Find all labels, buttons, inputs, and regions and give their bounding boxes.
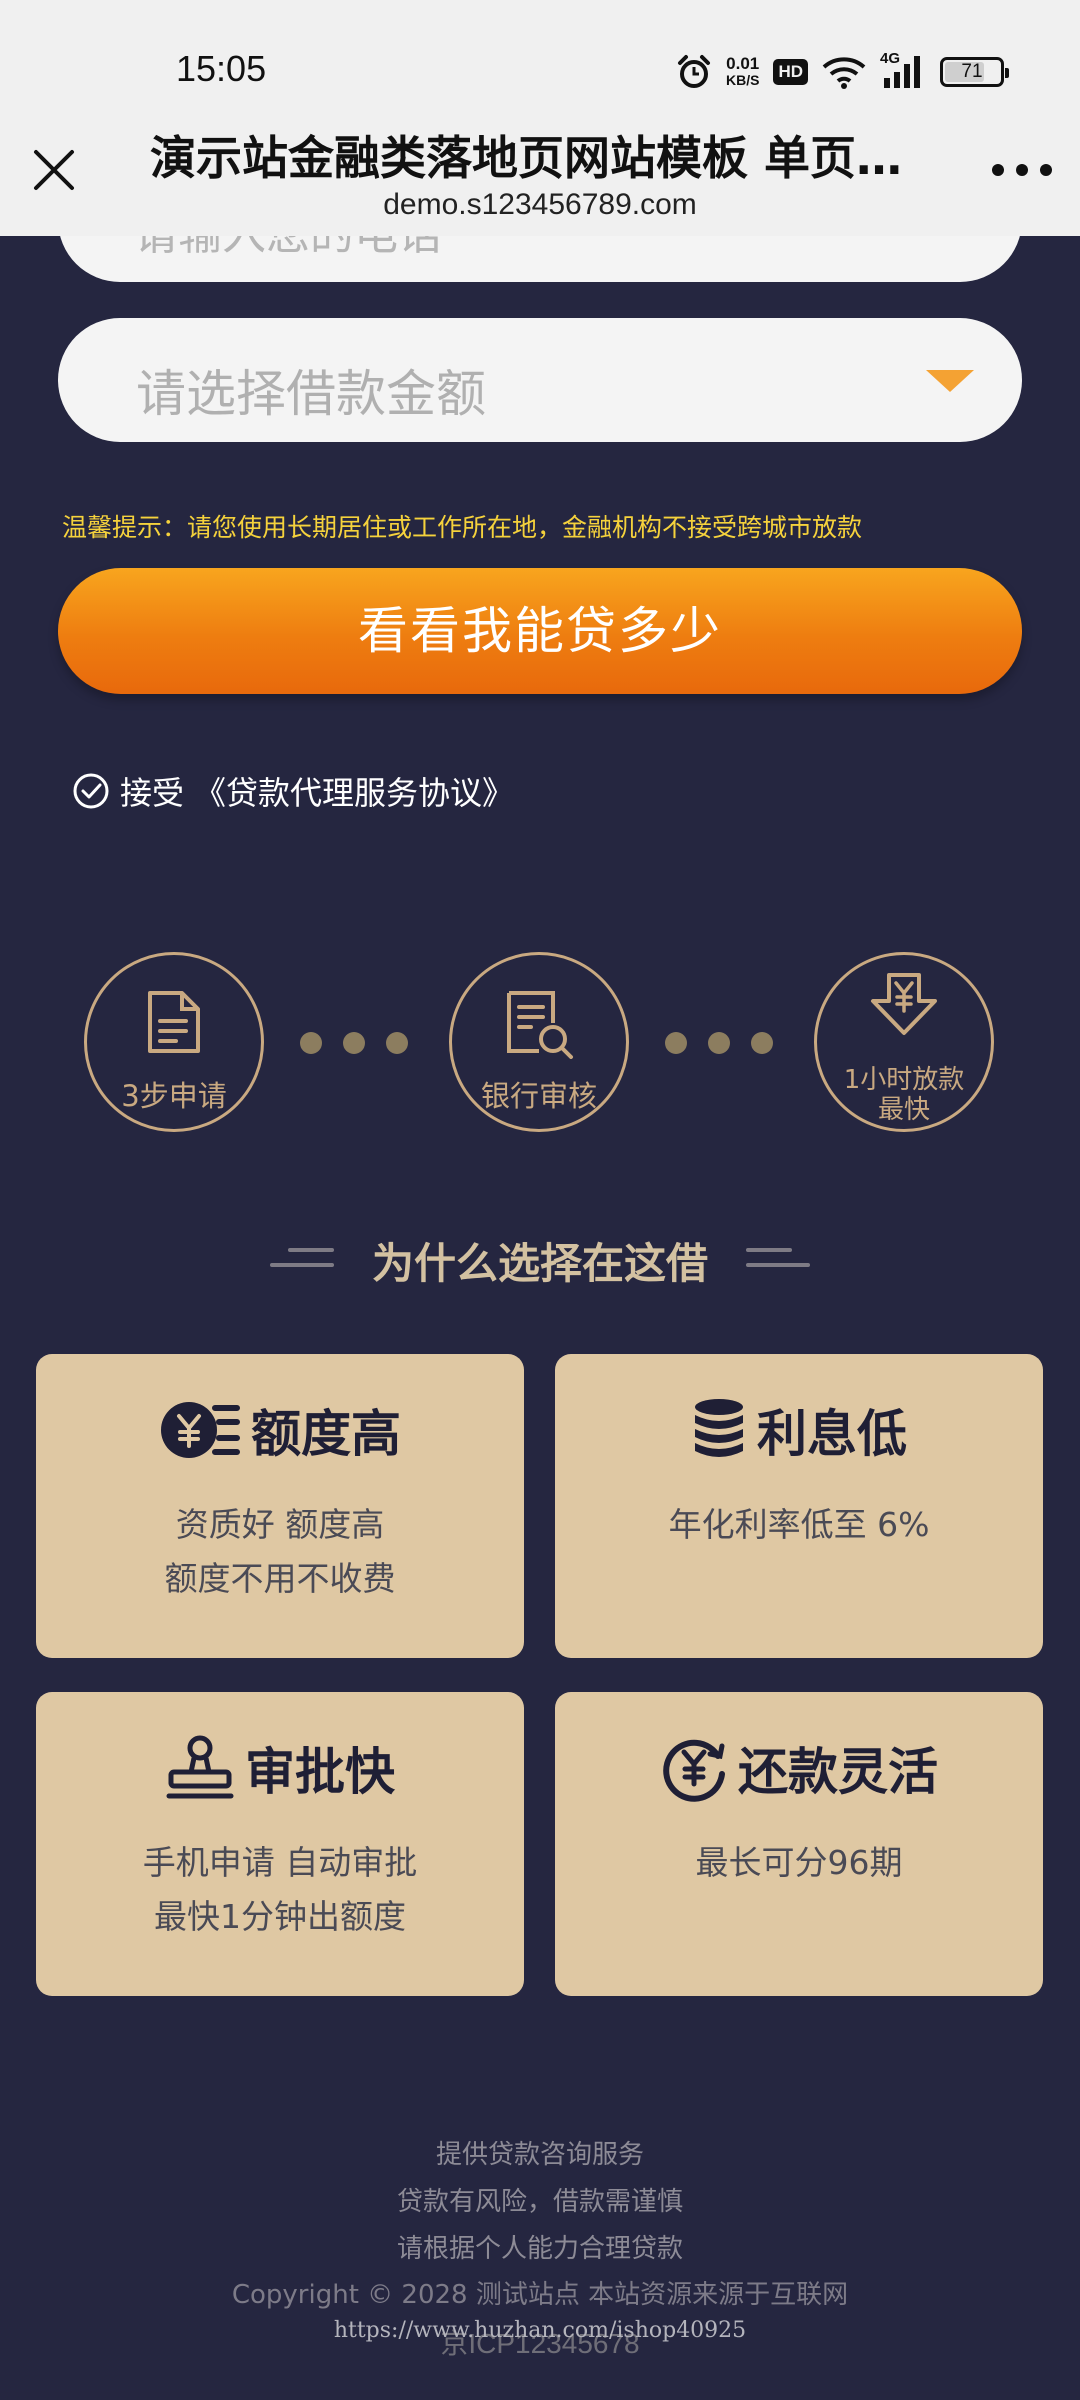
agreement-row[interactable]: 接受 《贷款代理服务协议》 (72, 768, 514, 814)
feature-title: 利息低 (757, 1405, 907, 1463)
step-connector (300, 1032, 408, 1054)
stamp-icon (166, 1735, 234, 1799)
alarm-icon (677, 55, 710, 88)
feature-card-flexible-repayment: 还款灵活 最长可分96期 (555, 1692, 1043, 1996)
page-title: 演示站金融类落地页网站模板 单页金... (150, 131, 930, 185)
agreement-prefix: 接受 (120, 774, 185, 812)
status-icons: 0.01 KB/S HD 4G 71 (676, 50, 1009, 92)
connector-dot (751, 1032, 773, 1054)
feature-desc-line: 最快1分钟出额度 (154, 1897, 406, 1936)
check-circle-icon[interactable] (72, 772, 110, 810)
yen-coin-icon (161, 1402, 240, 1458)
feature-title: 额度高 (251, 1405, 401, 1463)
footer-line: 提供贷款咨询服务 (435, 2140, 644, 2170)
coin-stack-icon (695, 1399, 743, 1457)
net-speed: 0.01 KB/S (726, 55, 759, 89)
connector-dot (708, 1032, 730, 1054)
step-payout: 1小时放款 最快 (814, 952, 994, 1132)
feature-desc-line: 资质好 额度高 (175, 1505, 385, 1544)
step-review-label: 银行审核 (480, 1079, 597, 1113)
feature-card-high-limit: 额度高 资质好 额度高 额度不用不收费 (36, 1354, 524, 1658)
more-dot-icon (992, 164, 1004, 176)
yen-cycle-icon (663, 1739, 725, 1802)
feature-card-fast-approval: 审批快 手机申请 自动审批 最快1分钟出额度 (36, 1692, 524, 1996)
feature-title: 还款灵活 (738, 1743, 938, 1801)
tip-text: 温馨提示：请您使用长期居住或工作所在地，金融机构不接受跨城市放款 (62, 513, 863, 542)
step-apply: 3步申请 (84, 952, 264, 1132)
caret-down-icon (926, 370, 974, 392)
feature-desc-line: 最长可分96期 (695, 1843, 903, 1882)
footer-line: 请根据个人能力合理贷款 (396, 2234, 683, 2264)
document-icon (148, 991, 200, 1053)
more-options-button[interactable] (992, 158, 1052, 182)
signal-bars-icon (884, 56, 920, 88)
connector-dot (386, 1032, 408, 1054)
connector-dot (665, 1032, 687, 1054)
hd-badge: HD (773, 59, 808, 85)
close-icon[interactable] (26, 142, 82, 198)
cell-signal: 4G (880, 50, 926, 90)
more-dot-icon (1016, 164, 1028, 176)
more-dot-icon (1040, 164, 1052, 176)
feature-desc-line: 年化利率低至 6% (668, 1505, 930, 1544)
feature-card-low-interest: 利息低 年化利率低至 6% (555, 1354, 1043, 1658)
net-speed-value: 0.01 (726, 54, 760, 73)
browser-header: 15:05 0.01 KB/S HD 4G 71 演示站金融类落地页网站模板 单… (0, 0, 1080, 236)
agreement-link[interactable]: 《贷款代理服务协议》 (194, 768, 514, 814)
connector-dot (343, 1032, 365, 1054)
footer-watermark: 京ICP12345678 https://www.huzhan.com/isho… (0, 2318, 1080, 2359)
section-title: 为什么选择在这借 (371, 1239, 708, 1288)
check-loan-button[interactable]: 看看我能贷多少 (58, 568, 1022, 694)
wifi-icon (822, 57, 866, 89)
net-speed-unit: KB/S (725, 72, 760, 88)
step-payout-label-line2: 最快 (877, 1095, 930, 1125)
feature-desc-line: 手机申请 自动审批 (142, 1843, 418, 1882)
footer-line: 贷款有风险，借款需谨慎 (396, 2187, 683, 2217)
step-connector (665, 1032, 773, 1054)
page-url[interactable]: demo.s123456789.com (150, 188, 930, 222)
review-document-icon (507, 991, 573, 1059)
feature-desc-line: 额度不用不收费 (164, 1559, 396, 1598)
watermark-url: https://www.huzhan.com/ishop40925 (333, 2318, 747, 2343)
step-review: 银行审核 (449, 952, 629, 1132)
loan-amount-select[interactable]: 请选择借款金额 (58, 318, 1022, 442)
feature-title: 审批快 (245, 1743, 395, 1801)
battery-indicator: 71 (940, 57, 1009, 87)
footer-copyright: Copyright © 2028 测试站点 本站资源来源于互联网 (231, 2280, 849, 2310)
battery-level: 71 (961, 61, 983, 82)
connector-dot (300, 1032, 322, 1054)
step-apply-label: 3步申请 (121, 1079, 227, 1113)
title-decoration-right (746, 1244, 810, 1274)
status-time: 15:05 (176, 48, 267, 89)
loan-amount-placeholder: 请选择借款金额 (136, 365, 486, 423)
yen-down-arrow-icon (871, 973, 937, 1035)
